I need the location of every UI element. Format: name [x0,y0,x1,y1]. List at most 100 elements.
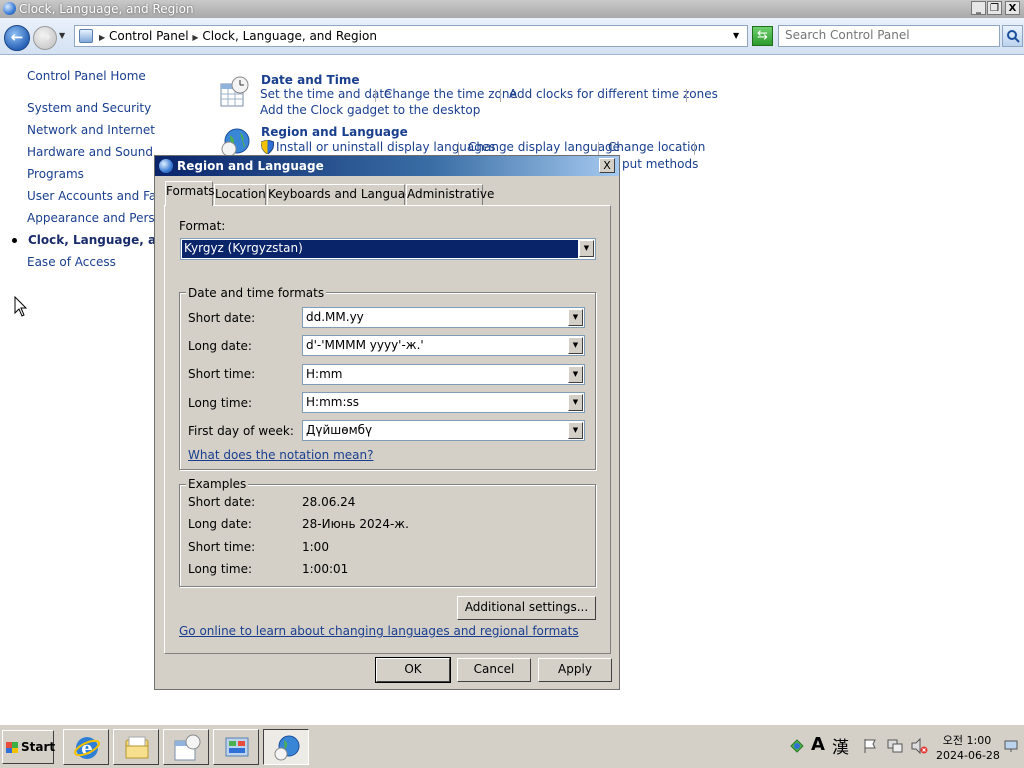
minimize-button[interactable]: _ [971,1,986,15]
globe-clock-icon [274,735,300,761]
tab-location[interactable]: Location [214,184,266,205]
chevron-right-icon[interactable]: ▶ [99,33,105,42]
nav-control-panel-home[interactable]: Control Panel Home [27,69,146,83]
chevron-down-icon[interactable]: ▼ [568,394,583,411]
separator [686,89,687,102]
taskbar-internet-explorer[interactable]: e [63,729,109,765]
cancel-button[interactable]: Cancel [457,658,531,682]
clock-time[interactable]: 오전 1:00 [936,732,998,748]
back-button[interactable]: ← [4,25,30,51]
long-time-dropdown[interactable]: H:mm:ss ▼ [302,392,585,413]
navigation-bar: ← → ▼ ▶ Control Panel ▶ Clock, Language,… [0,18,1024,55]
network-icon[interactable] [886,737,904,755]
search-icon [1006,30,1020,43]
address-bar[interactable]: ▶ Control Panel ▶ Clock, Language, and R… [74,25,748,47]
ime-mode-indicator[interactable]: A [811,734,825,755]
taskbar-explorer[interactable] [113,729,159,765]
link-add-clock-gadget[interactable]: Add the Clock gadget to the desktop [260,103,480,117]
maximize-button[interactable]: ❐ [987,1,1002,15]
notation-help-link[interactable]: What does the notation mean? [188,448,373,462]
format-dropdown[interactable]: Kyrgyz (Kyrgyzstan) ▼ [180,238,596,260]
online-help-link[interactable]: Go online to learn about changing langua… [179,624,579,638]
search-button[interactable] [1002,25,1023,47]
control-panel-icon [79,29,93,43]
format-label: Format: [179,219,226,233]
dialog-titlebar[interactable]: Region and Language X [155,156,619,176]
chevron-down-icon[interactable]: ▼ [568,366,583,383]
nav-network-internet[interactable]: Network and Internet [27,123,155,137]
first-day-label: First day of week: [188,424,294,438]
nav-programs[interactable]: Programs [27,167,84,181]
link-input-methods[interactable]: put methods [622,157,698,171]
start-button[interactable]: Start [2,730,56,764]
taskbar-region-language[interactable] [263,729,309,765]
example-long-time-label: Long time: [188,562,253,576]
windows-logo-icon [6,748,18,753]
recent-pages-dropdown[interactable]: ▼ [59,31,65,40]
refresh-button[interactable]: ⇆ [752,26,773,46]
window-titlebar[interactable]: Clock, Language, and Region _ ❐ X [0,0,1024,18]
chevron-down-icon[interactable]: ▼ [568,309,583,326]
calendar-clock-icon[interactable] [218,76,250,108]
nav-ease-of-access[interactable]: Ease of Access [27,255,116,269]
long-time-label: Long time: [188,396,253,410]
search-box[interactable] [778,25,1000,47]
link-install-languages[interactable]: Install or uninstall display languages [276,140,496,154]
breadcrumb-control-panel[interactable]: Control Panel [109,29,189,43]
chevron-down-icon[interactable]: ▼ [568,422,583,439]
long-date-label: Long date: [188,339,252,353]
tab-administrative[interactable]: Administrative [406,184,494,205]
taskbar-date-time[interactable] [163,729,209,765]
close-button[interactable]: X [1005,1,1020,15]
nav-system-security[interactable]: System and Security [27,101,151,115]
example-long-date-value: 28-Июнь 2024-ж. [302,517,409,531]
apply-button[interactable]: Apply [538,658,612,682]
chevron-down-icon[interactable]: ▼ [579,240,594,257]
breadcrumb-clock-language-region[interactable]: Clock, Language, and Region [202,29,377,43]
examples-label: Examples [186,477,249,491]
category-region-language[interactable]: Region and Language [261,125,408,139]
category-date-time[interactable]: Date and Time [261,73,359,87]
internet-explorer-icon: e [74,737,100,759]
first-day-value: Дүйшөмбү [306,423,373,437]
ime-hanja-indicator[interactable]: 漢 [832,733,849,758]
taskbar-control-panel[interactable] [213,729,259,765]
additional-settings-button[interactable]: Additional settings... [457,596,596,620]
short-time-label: Short time: [188,367,256,381]
address-history-dropdown[interactable]: ▼ [733,31,739,40]
show-desktop-icon[interactable] [1004,739,1018,753]
short-time-value: H:mm [306,367,343,381]
language-bar-icon[interactable] [788,737,806,755]
short-date-dropdown[interactable]: dd.MM.yy ▼ [302,307,585,328]
short-date-value: dd.MM.yy [306,310,364,324]
back-arrow-icon: ← [10,28,24,46]
action-center-flag-icon[interactable] [862,738,878,754]
ok-button[interactable]: OK [375,657,451,683]
tab-formats[interactable]: Formats [165,181,215,206]
separator [500,89,501,102]
clock-date[interactable]: 2024-06-28 [936,749,1000,762]
start-label: Start [21,740,56,754]
link-set-time-date[interactable]: Set the time and date [260,87,391,101]
link-change-location[interactable]: Change location [608,140,705,154]
chevron-right-icon[interactable]: ▶ [192,33,198,42]
short-time-dropdown[interactable]: H:mm ▼ [302,364,585,385]
date-time-formats-label: Date and time formats [186,286,327,300]
nav-hardware-sound[interactable]: Hardware and Sound [27,145,153,159]
link-change-time-zone[interactable]: Change the time zone [384,87,517,101]
first-day-dropdown[interactable]: Дүйшөмбү ▼ [302,420,585,441]
separator [458,142,459,155]
volume-muted-icon[interactable] [910,737,928,755]
folder-icon [125,736,149,759]
tab-keyboards-languages[interactable]: Keyboards and Languages [267,184,426,205]
breadcrumb: ▶ Control Panel ▶ Clock, Language, and R… [99,29,377,43]
dialog-close-button[interactable]: X [599,158,615,173]
chevron-down-icon[interactable]: ▼ [568,337,583,354]
example-short-time-label: Short time: [188,540,256,554]
search-input[interactable] [785,28,995,42]
forward-button[interactable]: → [33,26,57,50]
forward-arrow-icon: → [39,29,51,45]
separator [598,142,599,155]
long-date-dropdown[interactable]: d'-'MMMM yyyy'-ж.' ▼ [302,335,585,356]
separator [375,89,376,102]
